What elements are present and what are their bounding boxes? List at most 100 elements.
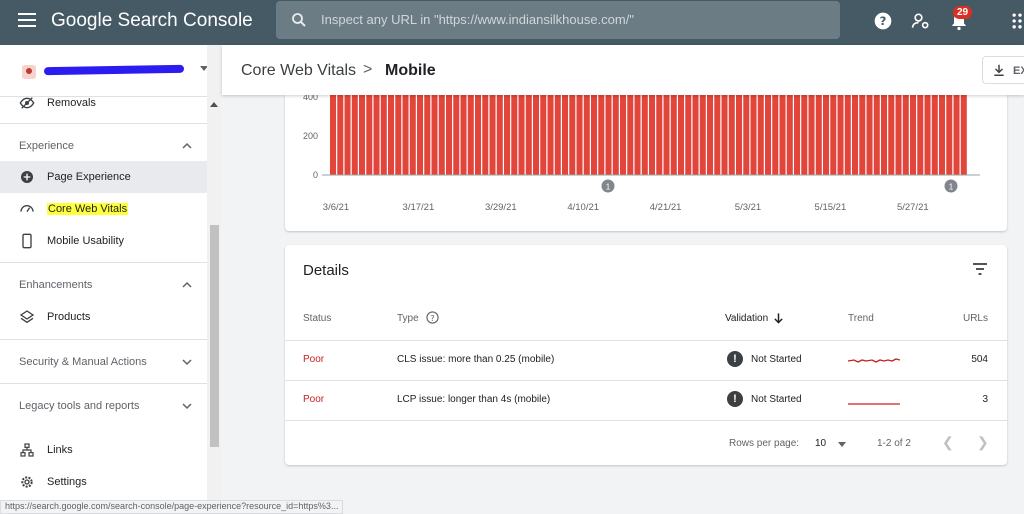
column-header-validation[interactable]: Validation: [725, 313, 768, 324]
sidebar-item-mobile-usability[interactable]: Mobile Usability: [0, 225, 207, 257]
chart-bar: [330, 95, 337, 175]
chart-bar: [837, 95, 844, 175]
exclamation-icon: !: [727, 351, 743, 367]
x-tick-label: 5/3/21: [735, 202, 761, 213]
chart-bar: [881, 95, 888, 175]
export-button[interactable]: EX: [982, 56, 1024, 84]
sidebar-item-products[interactable]: Products: [0, 301, 207, 333]
export-label: EX: [1013, 65, 1024, 77]
chart-bar: [859, 95, 866, 175]
chart-bar: [533, 95, 540, 175]
section-security-manual-actions[interactable]: Security & Manual Actions: [0, 339, 207, 383]
menu-icon[interactable]: [18, 13, 36, 27]
chart-bar: [743, 95, 750, 175]
add-circle-icon: [21, 171, 33, 183]
chart-bar: [612, 95, 619, 175]
type-cell: CLS issue: more than 0.25 (mobile): [397, 354, 555, 365]
section-label: Enhancements: [19, 279, 93, 291]
table-row[interactable]: Poor LCP issue: longer than 4s (mobile) …: [285, 380, 1007, 420]
chart-bar: [765, 95, 772, 175]
chart-bar: [395, 95, 402, 175]
smartphone-icon: [22, 233, 32, 249]
chevron-down-icon: [182, 359, 192, 366]
chart-bar: [460, 95, 467, 175]
chart-bar: [728, 95, 735, 175]
chart-bar: [946, 95, 953, 175]
help-icon[interactable]: ?: [873, 11, 893, 31]
sidebar-item-label: Core Web Vitals: [47, 203, 129, 215]
manage-users-icon[interactable]: [911, 11, 931, 31]
column-header-status[interactable]: Status: [303, 313, 331, 324]
chevron-down-icon: [182, 403, 192, 410]
page-header: Core Web Vitals > Mobile EX: [222, 45, 1024, 95]
exclamation-icon: !: [727, 391, 743, 407]
sidebar-item-links[interactable]: Links: [0, 434, 207, 466]
sidebar-item-settings[interactable]: Settings: [0, 466, 207, 498]
arrow-down-icon: [774, 313, 783, 324]
sidebar-item-removals[interactable]: Removals: [0, 87, 207, 119]
chart-bar: [482, 95, 489, 175]
details-card: Details Status Type ? Validation Trend U…: [285, 245, 1007, 465]
scroll-up-arrow-icon[interactable]: [210, 102, 218, 107]
chart-bar: [815, 95, 822, 175]
breadcrumb-parent[interactable]: Core Web Vitals: [241, 62, 356, 80]
y-tick-label: 200: [303, 131, 318, 141]
eye-off-icon: [19, 97, 35, 109]
search-placeholder: Inspect any URL in "https://www.indiansi…: [321, 12, 634, 27]
chart-bar: [757, 95, 764, 175]
sidebar-scrollbar[interactable]: [207, 45, 221, 514]
chart-bar: [409, 95, 416, 175]
filter-icon[interactable]: [972, 262, 988, 276]
details-title: Details: [303, 262, 349, 279]
chart-bar: [518, 95, 525, 175]
chart-bar: [873, 95, 880, 175]
table-row[interactable]: Poor CLS issue: more than 0.25 (mobile) …: [285, 340, 1007, 380]
chart-bar: [707, 95, 714, 175]
section-enhancements[interactable]: Enhancements: [0, 262, 207, 306]
section-legacy-tools[interactable]: Legacy tools and reports: [0, 383, 207, 427]
rows-per-page-select[interactable]: 10: [815, 438, 826, 449]
help-outline-icon[interactable]: ?: [426, 311, 439, 324]
sidebar-item-core-web-vitals[interactable]: Core Web Vitals: [0, 193, 207, 225]
apps-grid-icon[interactable]: [1010, 11, 1024, 31]
x-tick-label: 5/27/21: [897, 202, 929, 213]
rows-per-page-label: Rows per page:: [729, 438, 800, 449]
page-title: Mobile: [385, 62, 436, 79]
chart-bar: [388, 95, 395, 175]
notification-badge: 29: [953, 6, 973, 19]
column-header-urls[interactable]: URLs: [963, 313, 988, 324]
sidebar-item-label: Removals: [47, 97, 96, 109]
chart-bar: [634, 95, 641, 175]
x-tick-label: 3/6/21: [323, 202, 349, 213]
column-header-trend: Trend: [848, 313, 874, 324]
status-cell: Poor: [303, 354, 325, 365]
next-page-icon[interactable]: ❯: [977, 434, 989, 451]
chart-bar: [721, 95, 728, 175]
chart-bar: [496, 95, 503, 175]
chart-bar: [931, 95, 938, 175]
column-header-type[interactable]: Type: [397, 313, 419, 324]
previous-page-icon[interactable]: ❮: [942, 434, 954, 451]
y-tick-label: 0: [313, 170, 318, 180]
pagination-range: 1-2 of 2: [877, 438, 911, 449]
x-tick-label: 5/15/21: [815, 202, 847, 213]
chart-bar: [359, 95, 366, 175]
chart-bar: [866, 95, 873, 175]
chart-bar: [453, 95, 460, 175]
svg-text:?: ?: [880, 14, 887, 28]
y-tick-label: 400: [303, 95, 318, 102]
chart-bar: [438, 95, 445, 175]
urls-bar-chart[interactable]: 400 200 0 3/6/21 3/17/21 3/29/21 4/10/21 4/21/2…: [285, 95, 1007, 231]
chart-bar: [902, 95, 909, 175]
download-icon: [994, 64, 1004, 76]
app-title[interactable]: Google Search Console: [51, 10, 253, 32]
chart-bar: [402, 95, 409, 175]
url-inspection-search[interactable]: Inspect any URL in "https://www.indiansi…: [276, 1, 840, 39]
sidebar-item-label: Settings: [47, 476, 87, 488]
chevron-down-icon[interactable]: [838, 442, 846, 447]
sidebar-item-page-experience[interactable]: Page Experience: [0, 161, 207, 193]
chart-bar: [772, 95, 779, 175]
chart-bar: [591, 95, 598, 175]
x-tick-label: 4/21/21: [650, 202, 682, 213]
scrollbar-thumb[interactable]: [210, 225, 219, 447]
